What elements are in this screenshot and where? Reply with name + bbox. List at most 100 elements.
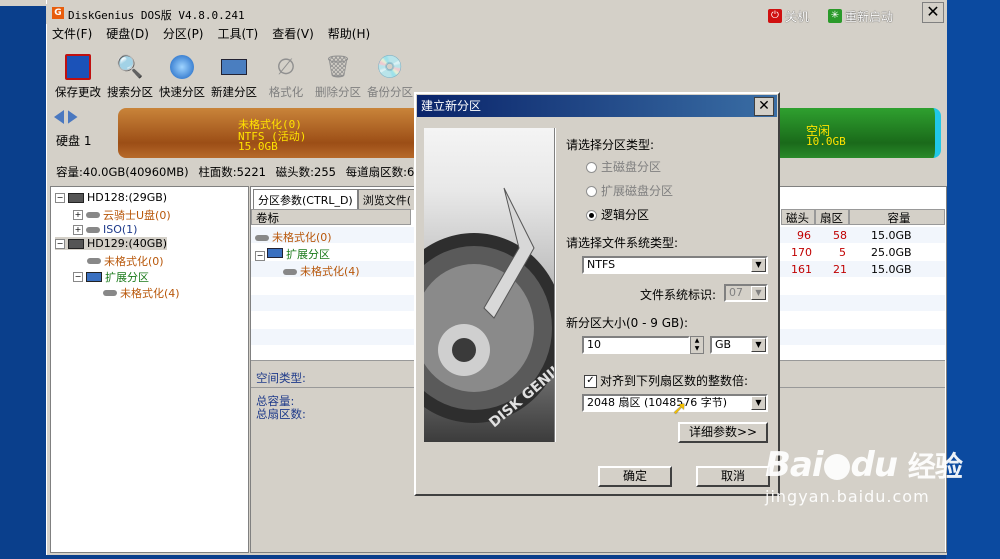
row-sector: 58: [833, 229, 847, 242]
chevron-down-icon[interactable]: ▼: [751, 338, 766, 352]
tree-label: 未格式化(4): [120, 287, 180, 300]
fs-id-label: 文件系统标识:: [640, 288, 717, 302]
disk-cylinders: 柱面数:5221: [198, 165, 266, 179]
row-capacity: 15.0GB: [871, 229, 912, 242]
tab-browse-files[interactable]: 浏览文件(: [357, 189, 417, 210]
stepper-down-icon[interactable]: ▼: [691, 345, 703, 353]
menu-file[interactable]: 文件(F): [52, 25, 92, 43]
chevron-down-icon[interactable]: ▼: [751, 396, 766, 410]
radio-button[interactable]: [586, 162, 597, 173]
search-partition-button[interactable]: 🔍 搜索分区: [104, 48, 156, 103]
size-label: 新分区大小(0 - 9 GB):: [566, 316, 688, 330]
new-partition-button[interactable]: 新建分区: [208, 48, 260, 103]
free-space-block[interactable]: 空闲 10.0GB: [780, 108, 941, 158]
menu-disk[interactable]: 硬盘(D): [106, 25, 149, 43]
tree-label: 扩展分区: [105, 271, 149, 284]
backup-partition-label: 备份分区: [367, 85, 413, 99]
delete-partition-label: 删除分区: [315, 85, 361, 99]
size-stepper[interactable]: ▲ ▼: [690, 336, 704, 354]
column-capacity[interactable]: 容量: [849, 209, 945, 225]
row-head: 96: [797, 229, 811, 242]
disk-capacity: 容量:40.0GB(40960MB): [56, 165, 189, 179]
disk-info: 容量:40.0GB(40960MB) 柱面数:5221 磁头数:255 每道扇区…: [56, 164, 422, 180]
fs-type-select[interactable]: NTFS ▼: [582, 256, 768, 274]
title-bar: G DiskGenius DOS版 V4.8.0.241 ⏻ 关机 ✳ 重新启动: [46, 4, 946, 24]
size-unit-select[interactable]: GB ▼: [710, 336, 768, 354]
tree-disk-hd128[interactable]: − HD128:(29GB): [55, 191, 167, 204]
dialog-close-button[interactable]: ✕: [754, 97, 774, 116]
watermark-url: jingyan.baidu.com: [765, 487, 930, 506]
quick-partition-icon: [167, 52, 197, 82]
menu-partition[interactable]: 分区(P): [163, 25, 204, 43]
delete-partition-button[interactable]: 🗑 删除分区: [312, 48, 364, 103]
partition-icon: [86, 212, 100, 218]
dialog-title: 建立新分区: [421, 99, 482, 113]
window-close-button[interactable]: ✕: [922, 2, 944, 23]
format-icon: ∅: [276, 54, 296, 80]
baidu-watermark: Bai du 经验 jingyan.baidu.com: [765, 445, 963, 506]
partition-icon: [255, 235, 269, 241]
radio-button[interactable]: [586, 186, 597, 197]
tree-extended-partition[interactable]: − 扩展分区: [73, 269, 149, 285]
column-head[interactable]: 磁头: [781, 209, 815, 225]
tab-bar: 分区参数(CTRL_D) 浏览文件(: [253, 189, 417, 210]
expand-icon[interactable]: +: [73, 210, 83, 220]
tree-label: HD129:(40GB): [87, 237, 168, 250]
radio-primary-partition[interactable]: 主磁盘分区: [586, 158, 661, 175]
chevron-down-icon[interactable]: ▼: [751, 258, 766, 272]
restart-button[interactable]: ✳ 重新启动: [828, 7, 893, 25]
dialog-separator: [554, 128, 556, 442]
column-volume-label[interactable]: 卷标: [251, 209, 411, 225]
watermark-logo: Bai du 经验: [765, 445, 963, 485]
partition-icon: [103, 290, 117, 296]
quick-partition-button[interactable]: 快速分区: [156, 48, 208, 103]
column-sector[interactable]: 扇区: [815, 209, 849, 225]
save-button[interactable]: 保存更改: [52, 48, 104, 103]
collapse-icon[interactable]: −: [55, 238, 65, 249]
tree-partition-unformatted-0[interactable]: 未格式化(0): [87, 253, 164, 269]
next-disk-icon[interactable]: [67, 110, 78, 124]
menu-tools[interactable]: 工具(T): [218, 25, 259, 43]
new-partition-icon: [219, 52, 249, 82]
row-head: 170: [791, 246, 812, 259]
radio-logical-partition[interactable]: 逻辑分区: [586, 206, 649, 223]
size-input[interactable]: 10: [582, 336, 690, 354]
tree-partition-iso[interactable]: + ISO(1): [73, 223, 137, 236]
collapse-icon[interactable]: −: [73, 272, 83, 282]
details-button[interactable]: 详细参数>>: [678, 422, 768, 443]
cancel-button[interactable]: 取消: [696, 466, 770, 487]
tab-partition-params[interactable]: 分区参数(CTRL_D): [253, 189, 358, 210]
radio-extended-partition[interactable]: 扩展磁盘分区: [586, 182, 673, 199]
radio-button-selected[interactable]: [586, 210, 597, 221]
fs-type-label: 请选择文件系统类型:: [566, 236, 679, 250]
window-title: DiskGenius DOS版 V4.8.0.241: [68, 9, 245, 22]
disk-heads: 磁头数:255: [275, 165, 336, 179]
collapse-icon[interactable]: −: [55, 192, 65, 203]
menu-help[interactable]: 帮助(H): [328, 25, 370, 43]
backup-partition-button[interactable]: 💿 备份分区: [364, 48, 416, 103]
tree-disk-hd129[interactable]: − HD129:(40GB): [55, 237, 168, 250]
align-checkbox[interactable]: ✓ 对齐到下列扇区数的整数倍:: [584, 372, 748, 389]
stepper-up-icon[interactable]: ▲: [691, 337, 703, 345]
row-head: 161: [791, 263, 812, 276]
tree-label: 云骑士U盘(0): [103, 209, 171, 222]
row-capacity: 15.0GB: [871, 263, 912, 276]
trash-icon: 🗑: [324, 54, 352, 80]
fs-id-select[interactable]: 07 ▼: [724, 284, 768, 302]
tree-label: 未格式化(0): [104, 255, 164, 268]
tree-partition-unformatted-4[interactable]: 未格式化(4): [103, 285, 180, 301]
collapse-icon[interactable]: −: [255, 251, 265, 261]
format-button[interactable]: ∅ 格式化: [260, 48, 312, 103]
partition-icon: [86, 226, 100, 233]
extended-partition-icon: [86, 272, 102, 282]
checkbox-checked-icon[interactable]: ✓: [584, 375, 597, 388]
expand-icon[interactable]: +: [73, 224, 83, 235]
search-partition-label: 搜索分区: [107, 85, 153, 99]
partition-type-label: 请选择分区类型:: [566, 138, 655, 152]
shutdown-button[interactable]: ⏻ 关机: [768, 7, 809, 25]
menu-view[interactable]: 查看(V): [272, 25, 314, 43]
chevron-down-icon[interactable]: ▼: [751, 286, 766, 300]
prev-disk-icon[interactable]: [54, 110, 64, 124]
tree-partition-usb[interactable]: + 云骑士U盘(0): [73, 207, 171, 223]
ok-button[interactable]: 确定: [598, 466, 672, 487]
